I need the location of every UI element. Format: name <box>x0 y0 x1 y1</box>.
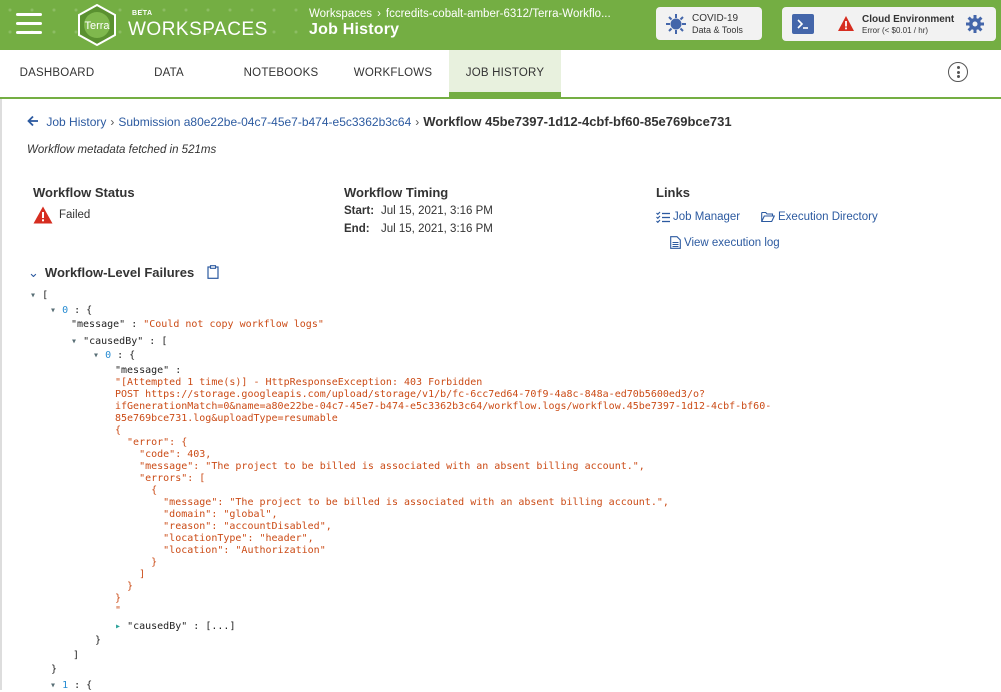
tab-job-history[interactable]: JOB HISTORY <box>449 50 561 97</box>
header-breadcrumb: Workspaces › fccredits-cobalt-amber-6312/T… <box>309 8 649 20</box>
menu-icon[interactable] <box>16 12 42 36</box>
job-manager-link[interactable]: Job Manager <box>656 211 741 224</box>
execution-directory-link[interactable]: Execution Directory <box>761 211 878 223</box>
timing-start: Start: Jul 15, 2021, 3:16 PM <box>344 205 493 217</box>
chevron-right-icon: › <box>415 115 420 129</box>
tab-notebooks[interactable]: NOTEBOOKS <box>236 50 326 97</box>
json-close-brace: } <box>51 664 58 675</box>
start-label: Start: <box>344 205 375 217</box>
json-root-open: ▾ [ <box>30 290 49 301</box>
tab-data[interactable]: DATA <box>140 50 198 97</box>
caret-down-icon[interactable]: ▾ <box>71 336 77 347</box>
warning-icon <box>33 206 53 224</box>
json-inner-message-value: "[Attempted 1 time(s)] - HttpResponseExc… <box>115 377 772 616</box>
chevron-down-icon[interactable]: ⌄ <box>28 265 39 280</box>
left-edge <box>0 97 2 690</box>
collapsed-ellipsis[interactable]: ... <box>211 621 229 632</box>
tasks-icon <box>656 211 670 224</box>
json-close-brace: } <box>95 635 102 646</box>
timing-end: End: Jul 15, 2021, 3:16 PM <box>344 223 493 235</box>
virus-icon <box>666 14 686 34</box>
caret-down-icon[interactable]: ▾ <box>93 350 99 361</box>
beta-label: BETA <box>132 10 153 17</box>
end-value: Jul 15, 2021, 3:16 PM <box>381 223 493 235</box>
view-execution-log-label: View execution log <box>684 237 780 249</box>
svg-text:Terra: Terra <box>84 20 110 32</box>
caret-down-icon[interactable]: ▾ <box>50 305 56 316</box>
tab-bar: DASHBOARD DATA NOTEBOOKS WORKFLOWS JOB H… <box>0 50 1001 99</box>
folder-open-icon <box>761 211 776 223</box>
crumb-workspaces[interactable]: Workspaces <box>309 8 372 20</box>
fetch-time-note: Workflow metadata fetched in 521ms <box>27 144 217 156</box>
caret-down-icon[interactable]: ▾ <box>30 290 36 301</box>
terra-logo[interactable]: Terra <box>76 4 118 46</box>
chevron-right-icon: › <box>110 115 115 129</box>
json-inner-message-key: "message" : <box>115 365 182 376</box>
view-execution-log-link[interactable]: View execution log <box>670 236 780 249</box>
chevron-right-icon: › <box>377 8 381 20</box>
terminal-icon[interactable] <box>792 14 814 34</box>
workflow-timing-heading: Workflow Timing <box>344 185 449 200</box>
links-heading: Links <box>656 185 690 200</box>
brand-title[interactable]: WORKSPACES <box>128 19 268 41</box>
warning-icon <box>838 16 854 31</box>
start-value: Jul 15, 2021, 3:16 PM <box>381 205 493 217</box>
end-label: End: <box>344 223 370 235</box>
covid-sublabel: Data & Tools <box>692 25 743 35</box>
gear-icon[interactable] <box>965 14 985 34</box>
caret-right-icon[interactable]: ▸ <box>115 621 121 632</box>
failures-heading: ⌄ Workflow-Level Failures <box>28 265 194 281</box>
covid-label: COVID-19 <box>692 13 739 24</box>
json-item-0: ▾ 0 : { <box>50 305 93 316</box>
caret-down-icon[interactable]: ▾ <box>50 680 56 691</box>
cloud-environment-status: Error (< $0.01 / hr) <box>862 26 929 35</box>
page-title: Job History <box>309 21 400 38</box>
breadcrumb-job-history[interactable]: Job History <box>46 115 106 129</box>
json-nested-causedby: ▸ "causedBy" : [...] <box>115 621 236 632</box>
workflow-status-value: Failed <box>59 209 91 221</box>
breadcrumb-workflow: Workflow 45be7397-1d12-4cbf-bf60-85e769b… <box>423 114 732 129</box>
tab-dashboard[interactable]: DASHBOARD <box>12 50 102 97</box>
json-causedby: ▾ "causedBy" : [ <box>71 336 168 347</box>
tab-workflows[interactable]: WORKFLOWS <box>346 50 440 97</box>
execution-directory-label: Execution Directory <box>778 211 878 223</box>
json-item-1: ▾ 1 : { <box>50 680 93 691</box>
cloud-environment-panel: Cloud Environment Error (< $0.01 / hr) <box>782 7 996 41</box>
covid-button[interactable]: COVID-19 Data & Tools <box>656 7 762 40</box>
file-icon <box>670 236 681 249</box>
json-message: "message" : "Could not copy workflow log… <box>71 319 324 330</box>
crumb-workspace-name[interactable]: fccredits-cobalt-amber-6312/Terra-Workfl… <box>386 8 611 20</box>
job-manager-label: Job Manager <box>673 211 741 223</box>
clipboard-icon[interactable] <box>207 265 219 279</box>
more-options-icon[interactable] <box>948 62 968 82</box>
back-arrow-icon[interactable] <box>27 115 46 129</box>
failures-heading-label: Workflow-Level Failures <box>44 265 195 280</box>
workflow-status-heading: Workflow Status <box>33 185 135 200</box>
json-causedby-item-0: ▾ 0 : { <box>93 350 136 361</box>
breadcrumb-submission[interactable]: Submission a80e22be-04c7-45e7-b474-e5c33… <box>118 115 411 129</box>
cloud-environment-title[interactable]: Cloud Environment <box>862 14 954 25</box>
json-close-bracket: ] <box>73 650 80 661</box>
top-bar: Terra BETA WORKSPACES Workspaces › fccredi… <box>0 0 1001 50</box>
breadcrumb: Job History › Submission a80e22be-04c7-45e… <box>27 114 732 129</box>
